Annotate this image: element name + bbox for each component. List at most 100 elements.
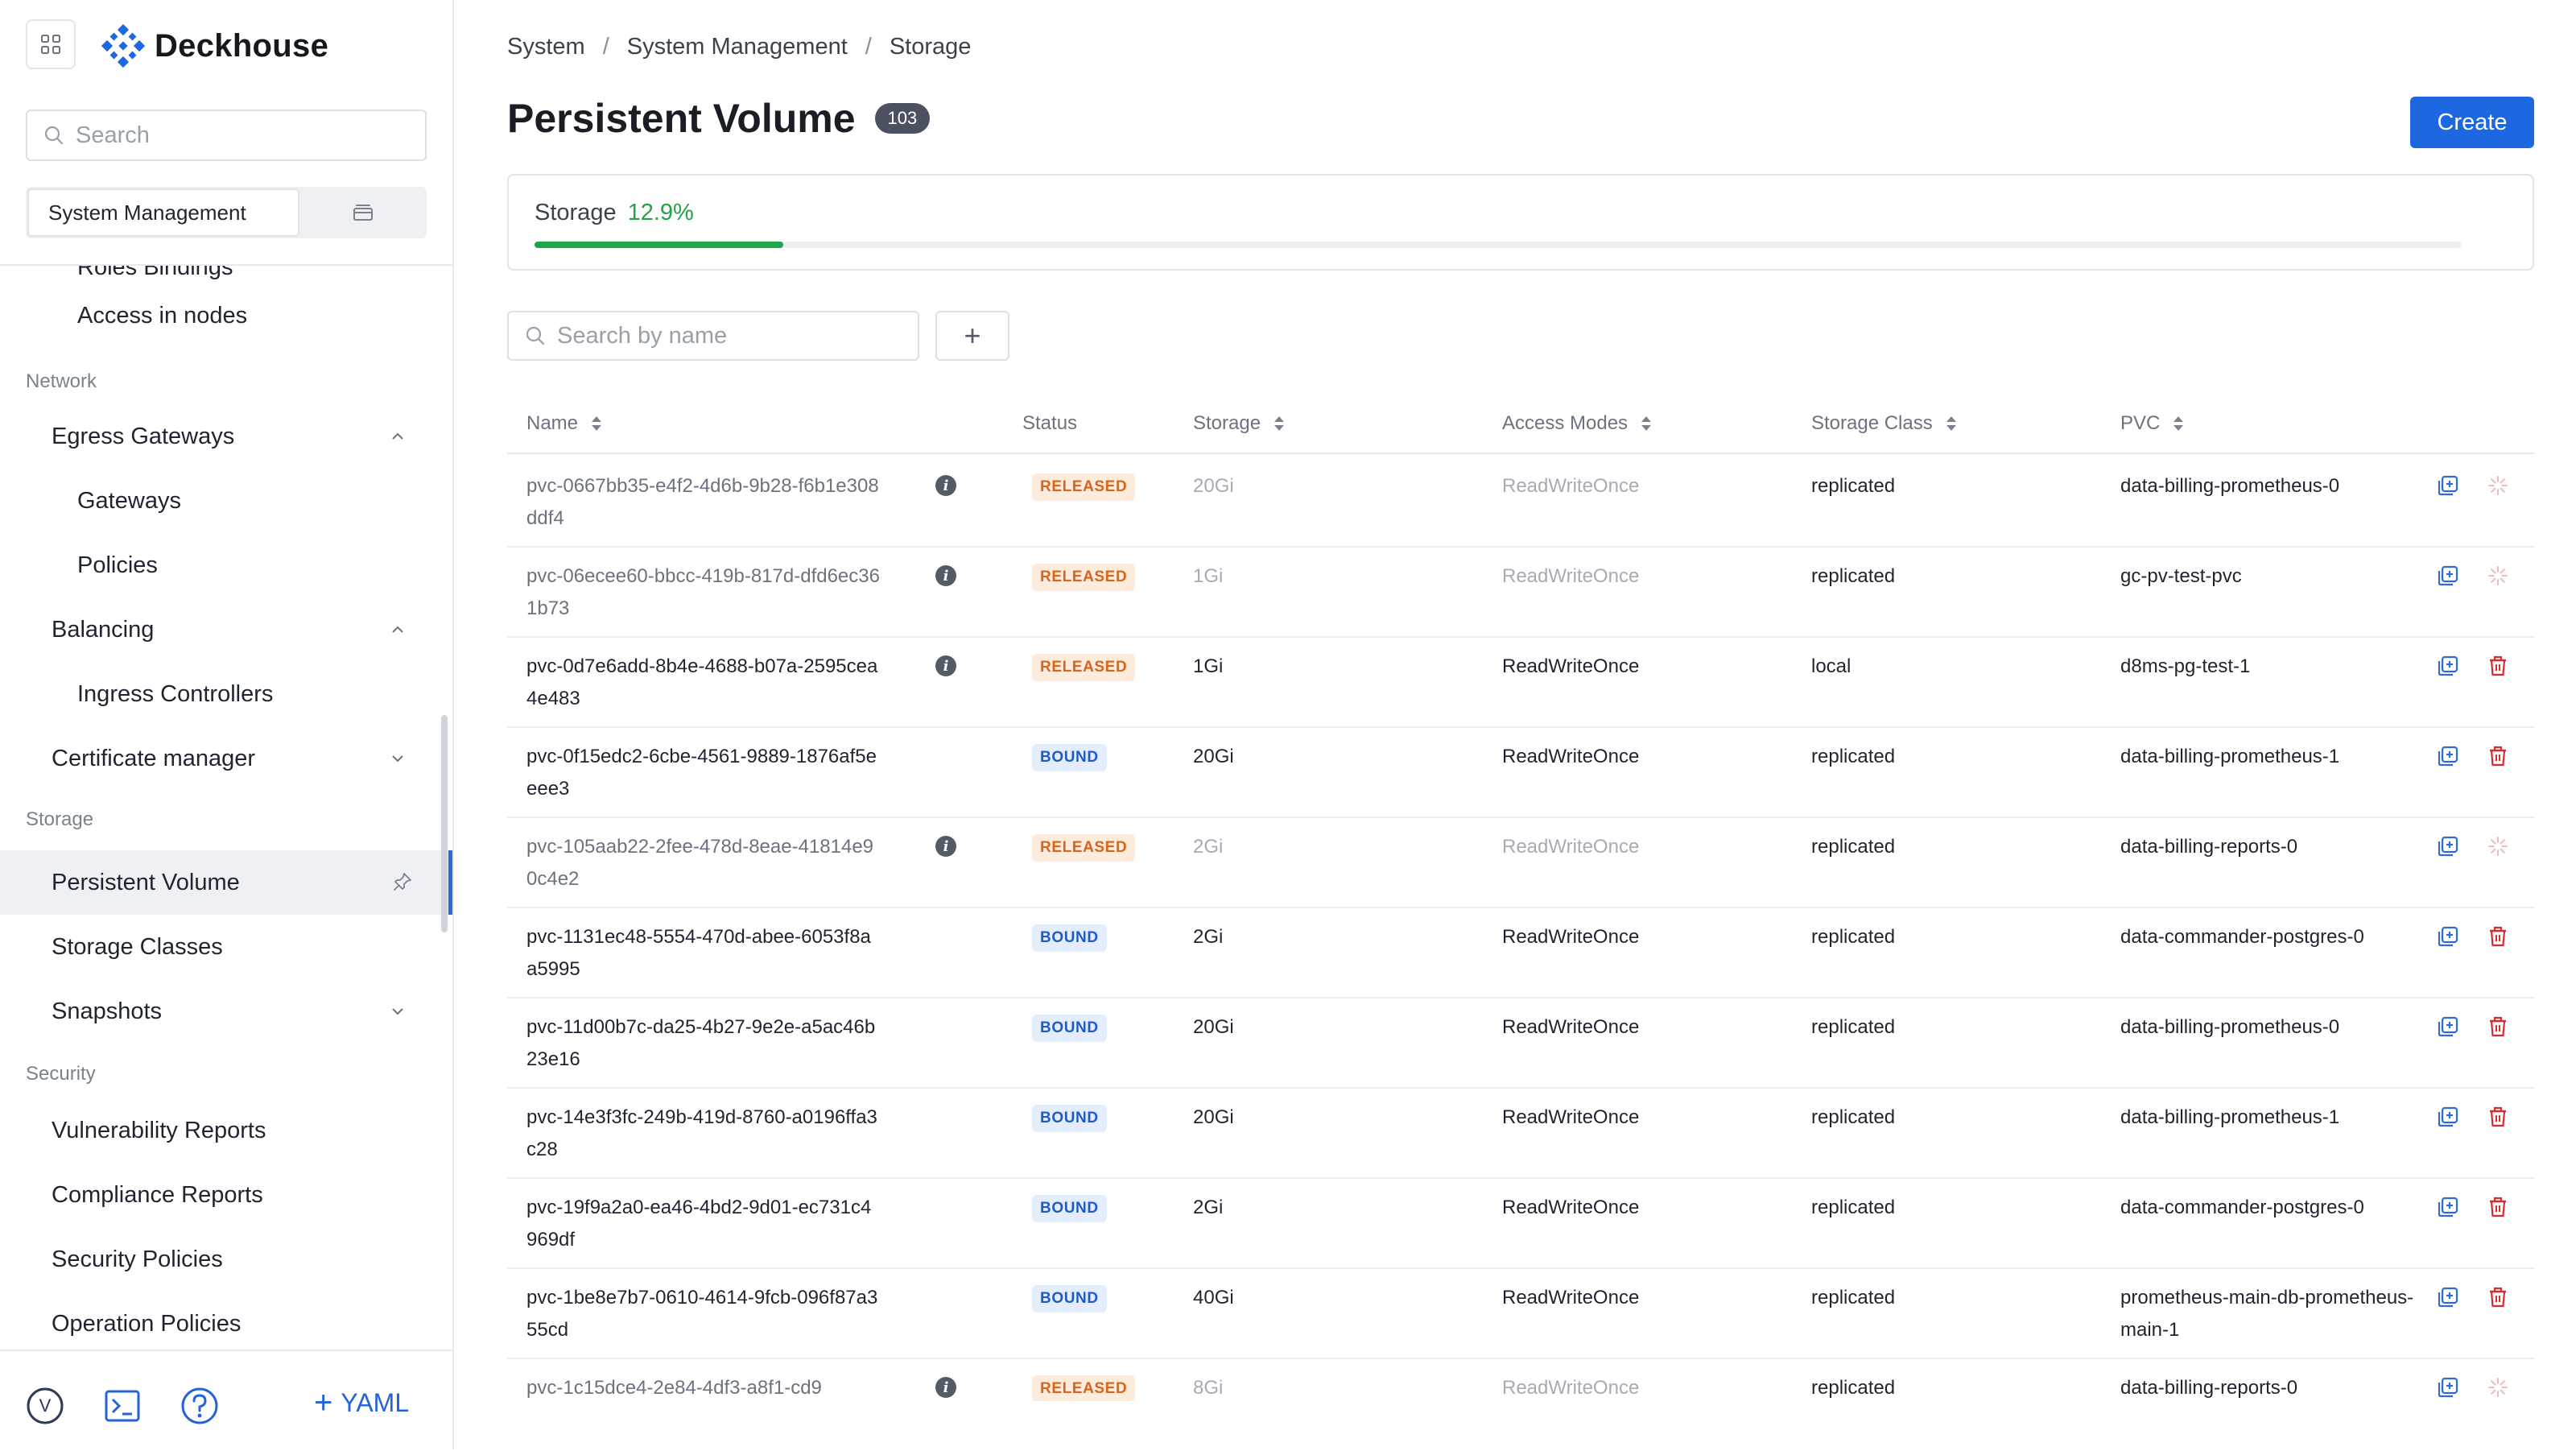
sidebar-item-certificate-manager[interactable]: Certificate manager xyxy=(0,726,435,791)
column-header-storage-class[interactable]: Storage Class xyxy=(1811,412,1957,435)
info-icon[interactable]: i xyxy=(935,565,956,586)
sidebar-item-access-in-nodes[interactable]: Access in nodes xyxy=(0,283,435,348)
apps-menu-button[interactable] xyxy=(26,19,76,69)
trash-icon[interactable] xyxy=(2486,924,2510,949)
sidebar-item-egress-gateways[interactable]: Egress Gateways xyxy=(0,404,435,469)
column-header-pvc[interactable]: PVC xyxy=(2120,412,2184,435)
edit-icon[interactable] xyxy=(2436,1105,2460,1129)
segment-system-management[interactable]: System Management xyxy=(27,188,299,237)
sidebar-search-input[interactable]: Search xyxy=(26,110,427,161)
info-icon[interactable]: i xyxy=(935,475,956,496)
pv-name[interactable]: pvc-1c15dce4-2e84-4df3-a8f1-cd9 xyxy=(526,1372,881,1401)
sidebar-scrollbar[interactable] xyxy=(441,715,448,932)
avatar[interactable]: V xyxy=(26,1387,64,1425)
pv-name[interactable]: pvc-0d7e6add-8b4e-4688-b07a-2595cea4e483 xyxy=(526,651,881,715)
breadcrumb-item[interactable]: Storage xyxy=(890,34,972,60)
trash-icon[interactable] xyxy=(2486,1105,2510,1129)
table-row[interactable]: pvc-1131ec48-5554-470d-abee-6053f8aa5995… xyxy=(507,905,2534,998)
logo[interactable]: Deckhouse xyxy=(101,24,328,68)
trash-icon[interactable] xyxy=(2486,654,2510,678)
loading-icon xyxy=(2486,564,2510,588)
info-icon[interactable]: i xyxy=(935,1377,956,1398)
segment-alt[interactable] xyxy=(299,187,427,238)
edit-icon[interactable] xyxy=(2436,1375,2460,1399)
column-header-status: Status xyxy=(1022,412,1077,435)
table-row[interactable]: pvc-06ecee60-bbcc-419b-817d-dfd6ec361b73… xyxy=(507,544,2534,638)
edit-icon[interactable] xyxy=(2436,654,2460,678)
table-header: Name Status Storage Access Modes Storage… xyxy=(507,393,2534,454)
table-row[interactable]: pvc-11d00b7c-da25-4b27-9e2e-a5ac46b23e16… xyxy=(507,995,2534,1089)
sidebar-item-policies[interactable]: Policies xyxy=(0,533,435,597)
trash-icon[interactable] xyxy=(2486,1015,2510,1039)
column-header-storage[interactable]: Storage xyxy=(1193,412,1285,435)
pv-name[interactable]: pvc-1be8e7b7-0610-4614-9fcb-096f87a355cd xyxy=(526,1282,881,1346)
storage-class: replicated xyxy=(1811,565,1896,587)
table-row[interactable]: pvc-0667bb35-e4f2-4d6b-9b28-f6b1e308ddf4… xyxy=(507,454,2534,548)
column-header-label: Access Modes xyxy=(1502,412,1629,434)
sidebar-item-snapshots[interactable]: Snapshots xyxy=(0,979,435,1044)
edit-icon[interactable] xyxy=(2436,1195,2460,1219)
pv-name[interactable]: pvc-1131ec48-5554-470d-abee-6053f8aa5995 xyxy=(526,921,881,986)
pv-name[interactable]: pvc-19f9a2a0-ea46-4bd2-9d01-ec731c4969df xyxy=(526,1192,881,1256)
sidebar-item-vulnerability-reports[interactable]: Vulnerability Reports xyxy=(0,1098,435,1163)
name-search-placeholder: Search by name xyxy=(557,322,728,349)
table-row[interactable]: pvc-1be8e7b7-0610-4614-9fcb-096f87a355cd… xyxy=(507,1266,2534,1359)
trash-icon[interactable] xyxy=(2486,744,2510,768)
help-icon[interactable] xyxy=(180,1387,219,1425)
table-row[interactable]: pvc-19f9a2a0-ea46-4bd2-9d01-ec731c4969df… xyxy=(507,1176,2534,1269)
page-title-text: Persistent Volume xyxy=(507,96,856,141)
sidebar-item-ingress-controllers[interactable]: Ingress Controllers xyxy=(0,662,435,726)
pvc-name: data-billing-prometheus-1 xyxy=(2120,1106,2340,1128)
table-row[interactable]: pvc-1c15dce4-2e84-4df3-a8f1-cd9 i RELEASED… xyxy=(507,1356,2534,1401)
storage-progress-bar xyxy=(535,242,2462,248)
add-filter-button[interactable]: + xyxy=(935,311,1009,361)
sidebar-item-gateways[interactable]: Gateways xyxy=(0,469,435,533)
access-modes: ReadWriteOnce xyxy=(1502,655,1640,677)
edit-icon[interactable] xyxy=(2436,834,2460,858)
storage-size: 20Gi xyxy=(1193,475,1234,497)
column-header-name[interactable]: Name xyxy=(526,412,602,435)
column-header-access-modes[interactable]: Access Modes xyxy=(1502,412,1652,435)
info-icon[interactable]: i xyxy=(935,655,956,676)
breadcrumb-item[interactable]: System Management xyxy=(627,34,848,60)
table-row[interactable]: pvc-105aab22-2fee-478d-8eae-41814e90c4e2… xyxy=(507,815,2534,908)
sidebar-item-storage-classes[interactable]: Storage Classes xyxy=(0,915,435,979)
pin-icon[interactable] xyxy=(392,871,413,892)
sidebar-header: Deckhouse Search System Management xyxy=(0,0,452,266)
pv-name[interactable]: pvc-14e3f3fc-249b-419d-8760-a0196ffa3c28 xyxy=(526,1102,881,1166)
storage-size: 1Gi xyxy=(1193,565,1224,587)
sidebar-item-compliance-reports[interactable]: Compliance Reports xyxy=(0,1163,435,1227)
pv-name[interactable]: pvc-0667bb35-e4f2-4d6b-9b28-f6b1e308ddf4 xyxy=(526,470,881,535)
status-badge: RELEASED xyxy=(1032,473,1136,501)
storage-usage-title: Storage xyxy=(535,200,617,225)
edit-icon[interactable] xyxy=(2436,744,2460,768)
sidebar-item-operation-policies[interactable]: Operation Policies xyxy=(0,1292,435,1351)
name-search-input[interactable]: Search by name xyxy=(507,311,919,361)
table-row[interactable]: pvc-14e3f3fc-249b-419d-8760-a0196ffa3c28… xyxy=(507,1085,2534,1179)
storage-size: 2Gi xyxy=(1193,836,1224,858)
sidebar-item-persistent-volume[interactable]: Persistent Volume xyxy=(0,850,452,915)
pv-name[interactable]: pvc-0f15edc2-6cbe-4561-9889-1876af5eeee3 xyxy=(526,741,881,805)
table-row[interactable]: pvc-0d7e6add-8b4e-4688-b07a-2595cea4e483… xyxy=(507,635,2534,728)
edit-icon[interactable] xyxy=(2436,1285,2460,1309)
pv-name[interactable]: pvc-105aab22-2fee-478d-8eae-41814e90c4e2 xyxy=(526,831,881,895)
trash-icon[interactable] xyxy=(2486,1195,2510,1219)
add-yaml-button[interactable]: + YAML xyxy=(314,1387,409,1419)
create-button[interactable]: Create xyxy=(2410,97,2534,148)
status-badge: RELEASED xyxy=(1032,654,1136,681)
table-row[interactable]: pvc-0f15edc2-6cbe-4561-9889-1876af5eeee3… xyxy=(507,725,2534,818)
sidebar-item-security-policies[interactable]: Security Policies xyxy=(0,1227,435,1292)
edit-icon[interactable] xyxy=(2436,564,2460,588)
pv-name[interactable]: pvc-11d00b7c-da25-4b27-9e2e-a5ac46b23e16 xyxy=(526,1011,881,1076)
info-icon[interactable]: i xyxy=(935,836,956,857)
access-modes: ReadWriteOnce xyxy=(1502,836,1640,858)
sidebar-item-balancing[interactable]: Balancing xyxy=(0,597,435,662)
trash-icon[interactable] xyxy=(2486,1285,2510,1309)
edit-icon[interactable] xyxy=(2436,924,2460,949)
breadcrumb-item[interactable]: System xyxy=(507,34,585,60)
plus-icon: + xyxy=(314,1385,333,1420)
edit-icon[interactable] xyxy=(2436,1015,2460,1039)
terminal-icon[interactable] xyxy=(103,1387,142,1425)
edit-icon[interactable] xyxy=(2436,473,2460,498)
pv-name[interactable]: pvc-06ecee60-bbcc-419b-817d-dfd6ec361b73 xyxy=(526,560,881,625)
